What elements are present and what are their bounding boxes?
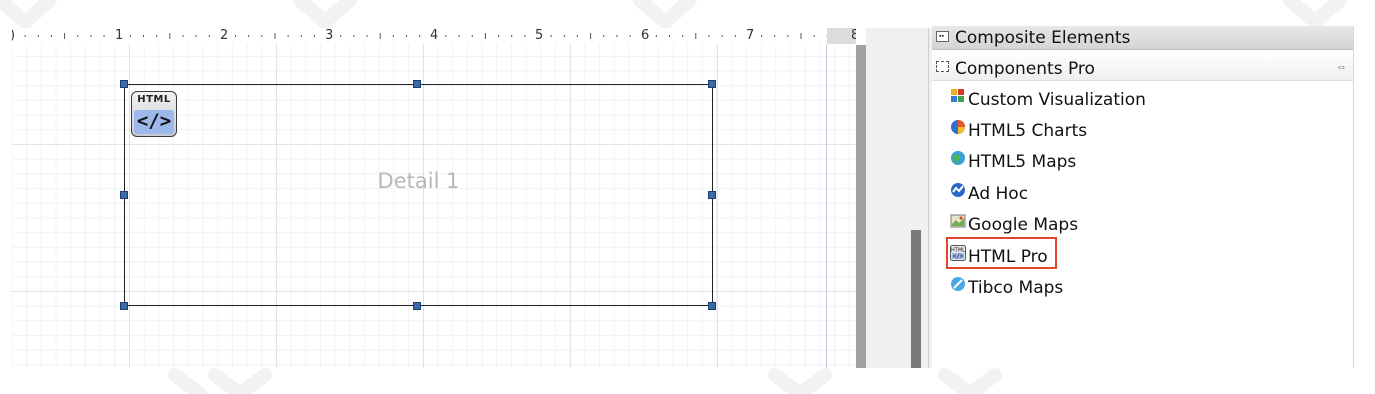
ruler-number-3: 3 (324, 28, 335, 44)
custom-visualization-icon (951, 89, 964, 102)
panel-divider (928, 28, 929, 368)
composite-elements-icon: ▪▪ (936, 31, 949, 42)
html-pro-element-icon[interactable]: HTML </> (131, 91, 177, 137)
html5-charts-icon (951, 120, 965, 134)
palette-item-html5-charts[interactable]: HTML5 Charts (946, 117, 1246, 145)
panel-splitter[interactable] (856, 45, 866, 368)
page-margin-line (826, 44, 827, 368)
design-canvas[interactable]: HTML </> Detail 1 (12, 44, 856, 368)
palette-item-label: HTML5 Charts (968, 121, 1088, 141)
ruler-number-6: 6 (640, 28, 651, 44)
resize-handle-bottom-left[interactable] (120, 302, 128, 310)
category-label: Composite Elements (955, 28, 1131, 48)
resize-handle-top-right[interactable] (708, 80, 716, 88)
ruler-number-2: 2 (219, 28, 230, 44)
palette-item-label: HTML5 Maps (968, 152, 1077, 172)
vertical-scrollbar-track[interactable] (866, 28, 932, 368)
html5-maps-icon (951, 151, 965, 165)
horizontal-ruler: ) 1 2 3 4 5 6 7 8 (12, 28, 856, 44)
detail-section-box[interactable]: HTML </> Detail 1 (124, 84, 713, 306)
components-pro-icon (936, 61, 949, 72)
detail-section-label: Detail 1 (377, 169, 460, 193)
palette-item-tibco-maps[interactable]: Tibco Maps (946, 274, 1246, 302)
palette-item-custom-visualization[interactable]: Custom Visualization (946, 86, 1246, 114)
resize-handle-middle-left[interactable] (120, 191, 128, 199)
html-badge-code-text: </> (134, 110, 174, 134)
google-maps-icon (950, 214, 966, 228)
ruler-number-8: 8 (850, 28, 856, 44)
palette-item-label: Ad Hoc (968, 184, 1029, 204)
palette-item-label: Custom Visualization (968, 90, 1146, 110)
ad-hoc-icon (951, 183, 965, 197)
palette-item-google-maps[interactable]: Google Maps (946, 211, 1246, 239)
collapse-icon[interactable]: ⇔ (1336, 61, 1347, 73)
ruler-number-7: 7 (745, 28, 756, 44)
html-badge-top-text: HTML (137, 94, 171, 105)
resize-handle-top-left[interactable] (120, 80, 128, 88)
category-composite-elements[interactable]: ▪▪ Composite Elements (932, 26, 1353, 50)
resize-handle-bottom-right[interactable] (708, 302, 716, 310)
category-label: Components Pro (955, 59, 1095, 79)
palette-item-html5-maps[interactable]: HTML5 Maps (946, 148, 1246, 176)
ruler-number-4: 4 (429, 28, 440, 44)
ruler-number-1: 1 (114, 28, 125, 44)
category-components-pro[interactable]: Components Pro ⇔ (932, 55, 1353, 81)
resize-handle-top-center[interactable] (413, 80, 421, 88)
vertical-scrollbar-thumb[interactable] (911, 230, 921, 368)
resize-handle-bottom-center[interactable] (413, 302, 421, 310)
palette-panel: ▪▪ Composite Elements Components Pro ⇔ C… (932, 26, 1354, 368)
resize-handle-middle-right[interactable] (708, 191, 716, 199)
report-designer: ) 1 2 3 4 5 6 7 8 HTML </> Detail 1 (12, 28, 856, 368)
palette-item-ad-hoc[interactable]: Ad Hoc (946, 180, 1246, 208)
highlight-box-html-pro (946, 237, 1057, 269)
palette-item-label: Google Maps (968, 215, 1079, 235)
ruler-start-label: ) (12, 28, 17, 44)
ruler-number-5: 5 (534, 28, 545, 44)
palette-item-label: Tibco Maps (968, 278, 1064, 298)
tibco-maps-icon (951, 277, 965, 291)
